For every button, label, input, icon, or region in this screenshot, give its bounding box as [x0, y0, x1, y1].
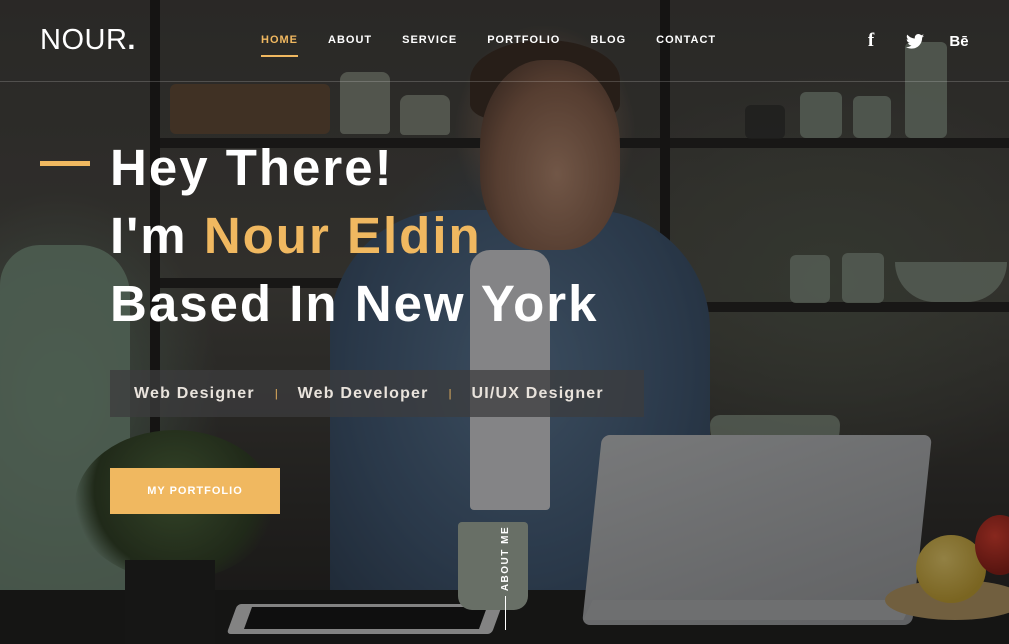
main-nav: HOME ABOUT SERVICE PORTFOLIO BLOG CONTAC…: [246, 34, 731, 57]
headline-name: Nour Eldin: [203, 207, 482, 264]
about-me-scroll-link[interactable]: ABOUT ME: [497, 524, 515, 630]
role-item: Web Developer: [297, 384, 429, 402]
facebook-icon[interactable]: f: [861, 30, 881, 51]
behance-icon[interactable]: Bē: [949, 31, 969, 51]
nav-item-contact[interactable]: CONTACT: [641, 34, 731, 46]
role-separator: |: [448, 387, 452, 400]
about-me-label-wrap: ABOUT ME: [497, 524, 515, 592]
nav-item-home[interactable]: HOME: [246, 34, 313, 57]
nav-item-portfolio[interactable]: PORTFOLIO: [472, 34, 575, 46]
headline-prefix: I'm: [110, 207, 204, 264]
accent-line: [40, 161, 90, 166]
my-portfolio-button[interactable]: MY PORTFOLIO: [110, 468, 280, 514]
nav-item-service[interactable]: SERVICE: [387, 34, 472, 46]
hero-headline: Hey There! I'm Nour Eldin Based In New Y…: [110, 134, 598, 338]
headline-line-1: Hey There!: [110, 139, 394, 196]
about-me-label: ABOUT ME: [500, 525, 512, 591]
twitter-icon[interactable]: [905, 31, 925, 51]
role-separator: |: [274, 387, 278, 400]
about-me-line: [505, 596, 506, 630]
logo[interactable]: NOUR.: [40, 24, 136, 57]
social-links: f Bē: [861, 30, 969, 51]
headline-line-3: Based In New York: [110, 275, 599, 332]
logo-dot: .: [127, 24, 136, 56]
role-item: Web Designer: [134, 384, 255, 402]
nav-item-blog[interactable]: BLOG: [575, 34, 641, 46]
nav-item-about[interactable]: ABOUT: [313, 34, 387, 46]
headline-line-2: I'm Nour Eldin: [110, 202, 598, 270]
roles-bar: Web Designer | Web Developer | UI/UX Des…: [110, 370, 644, 417]
logo-text: NOUR: [40, 24, 128, 56]
site-header: NOUR. HOME ABOUT SERVICE PORTFOLIO BLOG …: [0, 0, 1009, 82]
role-item: UI/UX Designer: [471, 384, 604, 402]
